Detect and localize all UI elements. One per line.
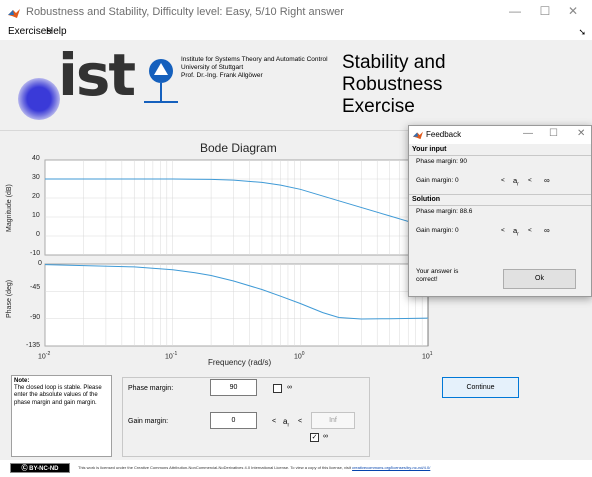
ar-subscript: r	[517, 231, 519, 238]
phase-margin-input[interactable]: 90	[210, 379, 257, 396]
phase-infinity-checkbox[interactable]	[273, 384, 282, 393]
cc-icon: Ⓒ	[21, 466, 28, 472]
magnitude-axis-label: Magnitude (dB)	[6, 184, 13, 232]
x-tick-base: 10	[38, 353, 46, 361]
less-than-symbol: <	[272, 418, 277, 425]
gain-infinity-checkbox[interactable]: ✓	[310, 433, 319, 442]
mag-tick: 20	[32, 193, 40, 200]
feedback-close-button[interactable]: ✕	[577, 128, 585, 139]
solution-phase-margin: Phase margin: 88.6	[416, 208, 473, 215]
x-tick: 101	[422, 351, 433, 360]
phase-tick: -90	[30, 314, 41, 321]
magnitude-axes	[44, 159, 429, 256]
divider	[409, 155, 591, 156]
gain-margin-label: Gain margin:	[128, 418, 169, 425]
gain-upper-input[interactable]: Inf	[311, 412, 355, 429]
input-gain-margin: Gain margin: 0	[416, 177, 459, 184]
x-tick-base: 10	[422, 353, 430, 361]
ar-subscript: r	[287, 422, 290, 429]
frequency-axis-label: Frequency (rad/s)	[208, 358, 272, 367]
phase-tick: 0	[38, 260, 42, 267]
license-text: This work is licensed under the Creative…	[78, 465, 430, 470]
divider	[409, 194, 591, 195]
gain-margin-input[interactable]: 0	[210, 412, 257, 429]
x-tick-exp: 0	[301, 351, 305, 357]
phase-margin-label: Phase margin:	[128, 385, 174, 392]
mag-tick: -10	[30, 250, 41, 257]
x-tick-exp: -1	[172, 351, 178, 357]
feedback-title: Feedback	[426, 130, 462, 139]
ar-symbol: ar	[283, 417, 289, 429]
feedback-dialog: Feedback — ☐ ✕ Your input Phase margin: …	[408, 125, 592, 297]
divider	[409, 205, 591, 206]
phase-axis-label: Phase (deg)	[6, 279, 13, 318]
phase-tick: -45	[30, 284, 41, 291]
result-line: correct!	[416, 276, 438, 283]
x-tick: 10-1	[165, 351, 177, 360]
phase-axes	[44, 263, 429, 347]
ar-symbol: ar	[513, 176, 519, 188]
x-tick: 10-2	[38, 351, 50, 360]
less-than-symbol: <	[528, 227, 532, 234]
ok-button[interactable]: Ok	[503, 269, 576, 289]
license-link[interactable]: creativecommons.org/licenses/by-nc-nd/4.…	[352, 465, 430, 470]
phase-tick: -135	[26, 342, 41, 349]
input-phase-margin: Phase margin: 90	[416, 158, 467, 165]
app-window: Robustness and Stability, Difficulty lev…	[0, 0, 592, 477]
mag-tick: 30	[32, 174, 40, 181]
x-tick-base: 10	[165, 353, 173, 361]
feedback-maximize-button[interactable]: ☐	[549, 128, 558, 139]
solution-gain-margin: Gain margin: 0	[416, 227, 459, 234]
feedback-minimize-button[interactable]: —	[523, 128, 533, 139]
result-line: Your answer is	[416, 268, 459, 275]
x-tick-exp: -2	[45, 351, 51, 357]
ar-subscript: r	[517, 181, 519, 188]
x-tick-base: 10	[294, 353, 302, 361]
solution-heading: Solution	[412, 196, 440, 203]
mag-tick: 0	[36, 231, 40, 238]
less-than-symbol: <	[298, 418, 303, 425]
less-than-symbol: <	[528, 177, 532, 184]
less-than-symbol: <	[501, 177, 505, 184]
phase-infinity-label: ∞	[287, 384, 292, 391]
ar-symbol: ar	[513, 226, 519, 238]
result-message: Your answer is correct!	[416, 268, 458, 284]
license-sentence: This work is licensed under the Creative…	[78, 465, 351, 470]
infinity-symbol: ∞	[544, 226, 550, 235]
note-box: Note: The closed loop is stable. Please …	[11, 375, 112, 457]
gain-infinity-label: ∞	[323, 433, 328, 440]
your-input-heading: Your input	[412, 146, 447, 153]
cc-badge-text: BY-NC-ND	[29, 466, 59, 472]
mag-tick: 10	[32, 212, 40, 219]
x-tick-exp: 1	[429, 351, 433, 357]
matlab-icon	[413, 131, 423, 140]
note-body: The closed loop is stable. Please enter …	[14, 385, 102, 406]
cc-license-badge[interactable]: Ⓒ BY-NC-ND	[10, 463, 70, 473]
infinity-symbol: ∞	[544, 176, 550, 185]
feedback-title-bar: Feedback — ☐ ✕	[409, 126, 591, 144]
continue-button[interactable]: Continue	[442, 377, 519, 398]
x-tick: 100	[294, 351, 305, 360]
note-heading: Note:	[14, 378, 30, 384]
mag-tick: 40	[32, 155, 40, 162]
less-than-symbol: <	[501, 227, 505, 234]
